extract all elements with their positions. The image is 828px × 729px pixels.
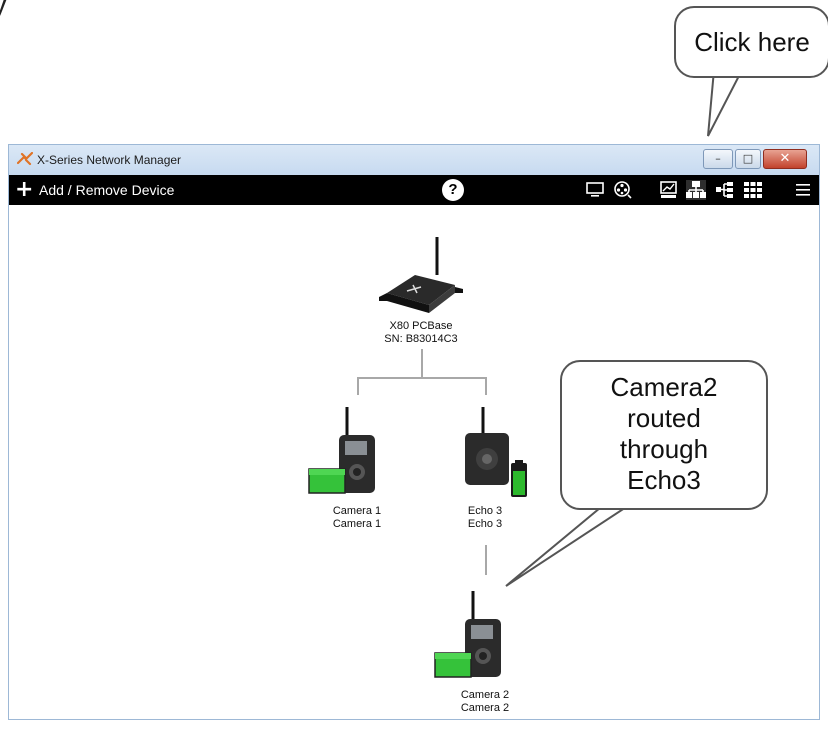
callout-routing-line3: through [619, 434, 709, 464]
callout-routing-note: Camera2 routed through Echo3 [560, 360, 768, 510]
callout-routing-line2: routed [627, 403, 701, 433]
callout-routing-joint [614, 496, 638, 500]
callout-routing-line1: Camera2 [610, 372, 718, 402]
callout-routing-line4: Echo3 [627, 465, 701, 495]
